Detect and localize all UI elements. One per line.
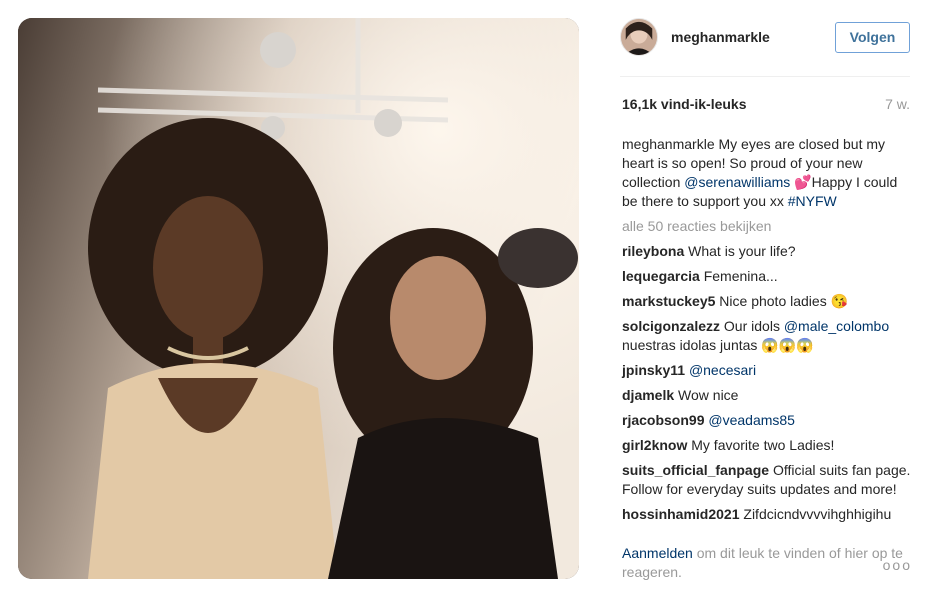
comment: hossinhamid2021 Zifdcicndvvvvihghhigihu: [622, 505, 912, 524]
follow-button[interactable]: Volgen: [835, 21, 910, 53]
post-photo[interactable]: [18, 18, 579, 579]
comment: markstuckey5 Nice photo ladies 😘: [622, 292, 912, 311]
comment-user[interactable]: solcigonzalezz: [622, 318, 720, 334]
post-sidebar: meghanmarkle Volgen 16,1k vind-ik-leuks …: [620, 0, 916, 596]
comment-mention[interactable]: @veadams85: [708, 412, 795, 428]
post-age[interactable]: 7 w.: [885, 96, 910, 112]
post-stats: 16,1k vind-ik-leuks 7 w.: [622, 96, 910, 112]
post-header: meghanmarkle Volgen: [620, 16, 910, 58]
ellipsis-icon[interactable]: ooo: [883, 556, 912, 575]
login-prompt: Aanmelden om dit leuk te vinden of hier …: [622, 544, 912, 582]
comment-user[interactable]: djamelk: [622, 387, 674, 403]
comment: lequegarcia Femenina...: [622, 267, 912, 286]
comment: girl2know My favorite two Ladies!: [622, 436, 912, 455]
comment-mention[interactable]: @male_colombo: [784, 318, 889, 334]
comment-mention[interactable]: @necesari: [689, 362, 756, 378]
comment-user[interactable]: suits_official_fanpage: [622, 462, 769, 478]
comment-user[interactable]: rjacobson99: [622, 412, 704, 428]
likes-count[interactable]: 16,1k vind-ik-leuks: [622, 96, 747, 112]
comment-user[interactable]: jpinsky11: [622, 362, 685, 378]
comment-list: meghanmarkle My eyes are closed but my h…: [622, 135, 912, 530]
caption-mention[interactable]: @serenawilliams: [684, 174, 790, 190]
comment-text: Nice photo ladies 😘: [719, 293, 849, 309]
comment: djamelk Wow nice: [622, 386, 912, 405]
comment-text: Zifdcicndvvvvihghhigihu: [743, 506, 892, 522]
divider: [620, 76, 910, 77]
comment: rileybona What is your life?: [622, 242, 912, 261]
comment: rjacobson99 @veadams85: [622, 411, 912, 430]
avatar[interactable]: [620, 18, 658, 56]
login-link[interactable]: Aanmelden: [622, 545, 693, 561]
view-all-comments-link[interactable]: alle 50 reacties bekijken: [622, 217, 912, 236]
comment-text: My favorite two Ladies!: [691, 437, 835, 453]
comment-text: Our idols: [723, 318, 780, 334]
username[interactable]: meghanmarkle: [671, 29, 835, 45]
comment: solcigonzalezz Our idols @male_colombo n…: [622, 317, 912, 355]
heart-emoji: 💕: [794, 174, 812, 190]
caption-user[interactable]: meghanmarkle: [622, 136, 715, 152]
comment: suits_official_fanpage Official suits fa…: [622, 461, 912, 499]
comment-text: What is your life?: [688, 243, 796, 259]
comment-user[interactable]: markstuckey5: [622, 293, 715, 309]
comment-user[interactable]: rileybona: [622, 243, 684, 259]
comment-text: Wow nice: [678, 387, 739, 403]
comment-user[interactable]: hossinhamid2021: [622, 506, 740, 522]
comment-user[interactable]: girl2know: [622, 437, 687, 453]
comment: jpinsky11 @necesari: [622, 361, 912, 380]
comment-user[interactable]: lequegarcia: [622, 268, 700, 284]
caption-hashtag[interactable]: #NYFW: [788, 193, 837, 209]
comment-text: Femenina...: [703, 268, 778, 284]
comment-text-2: nuestras idolas juntas 😱😱😱: [622, 337, 814, 353]
caption: meghanmarkle My eyes are closed but my h…: [622, 135, 912, 211]
